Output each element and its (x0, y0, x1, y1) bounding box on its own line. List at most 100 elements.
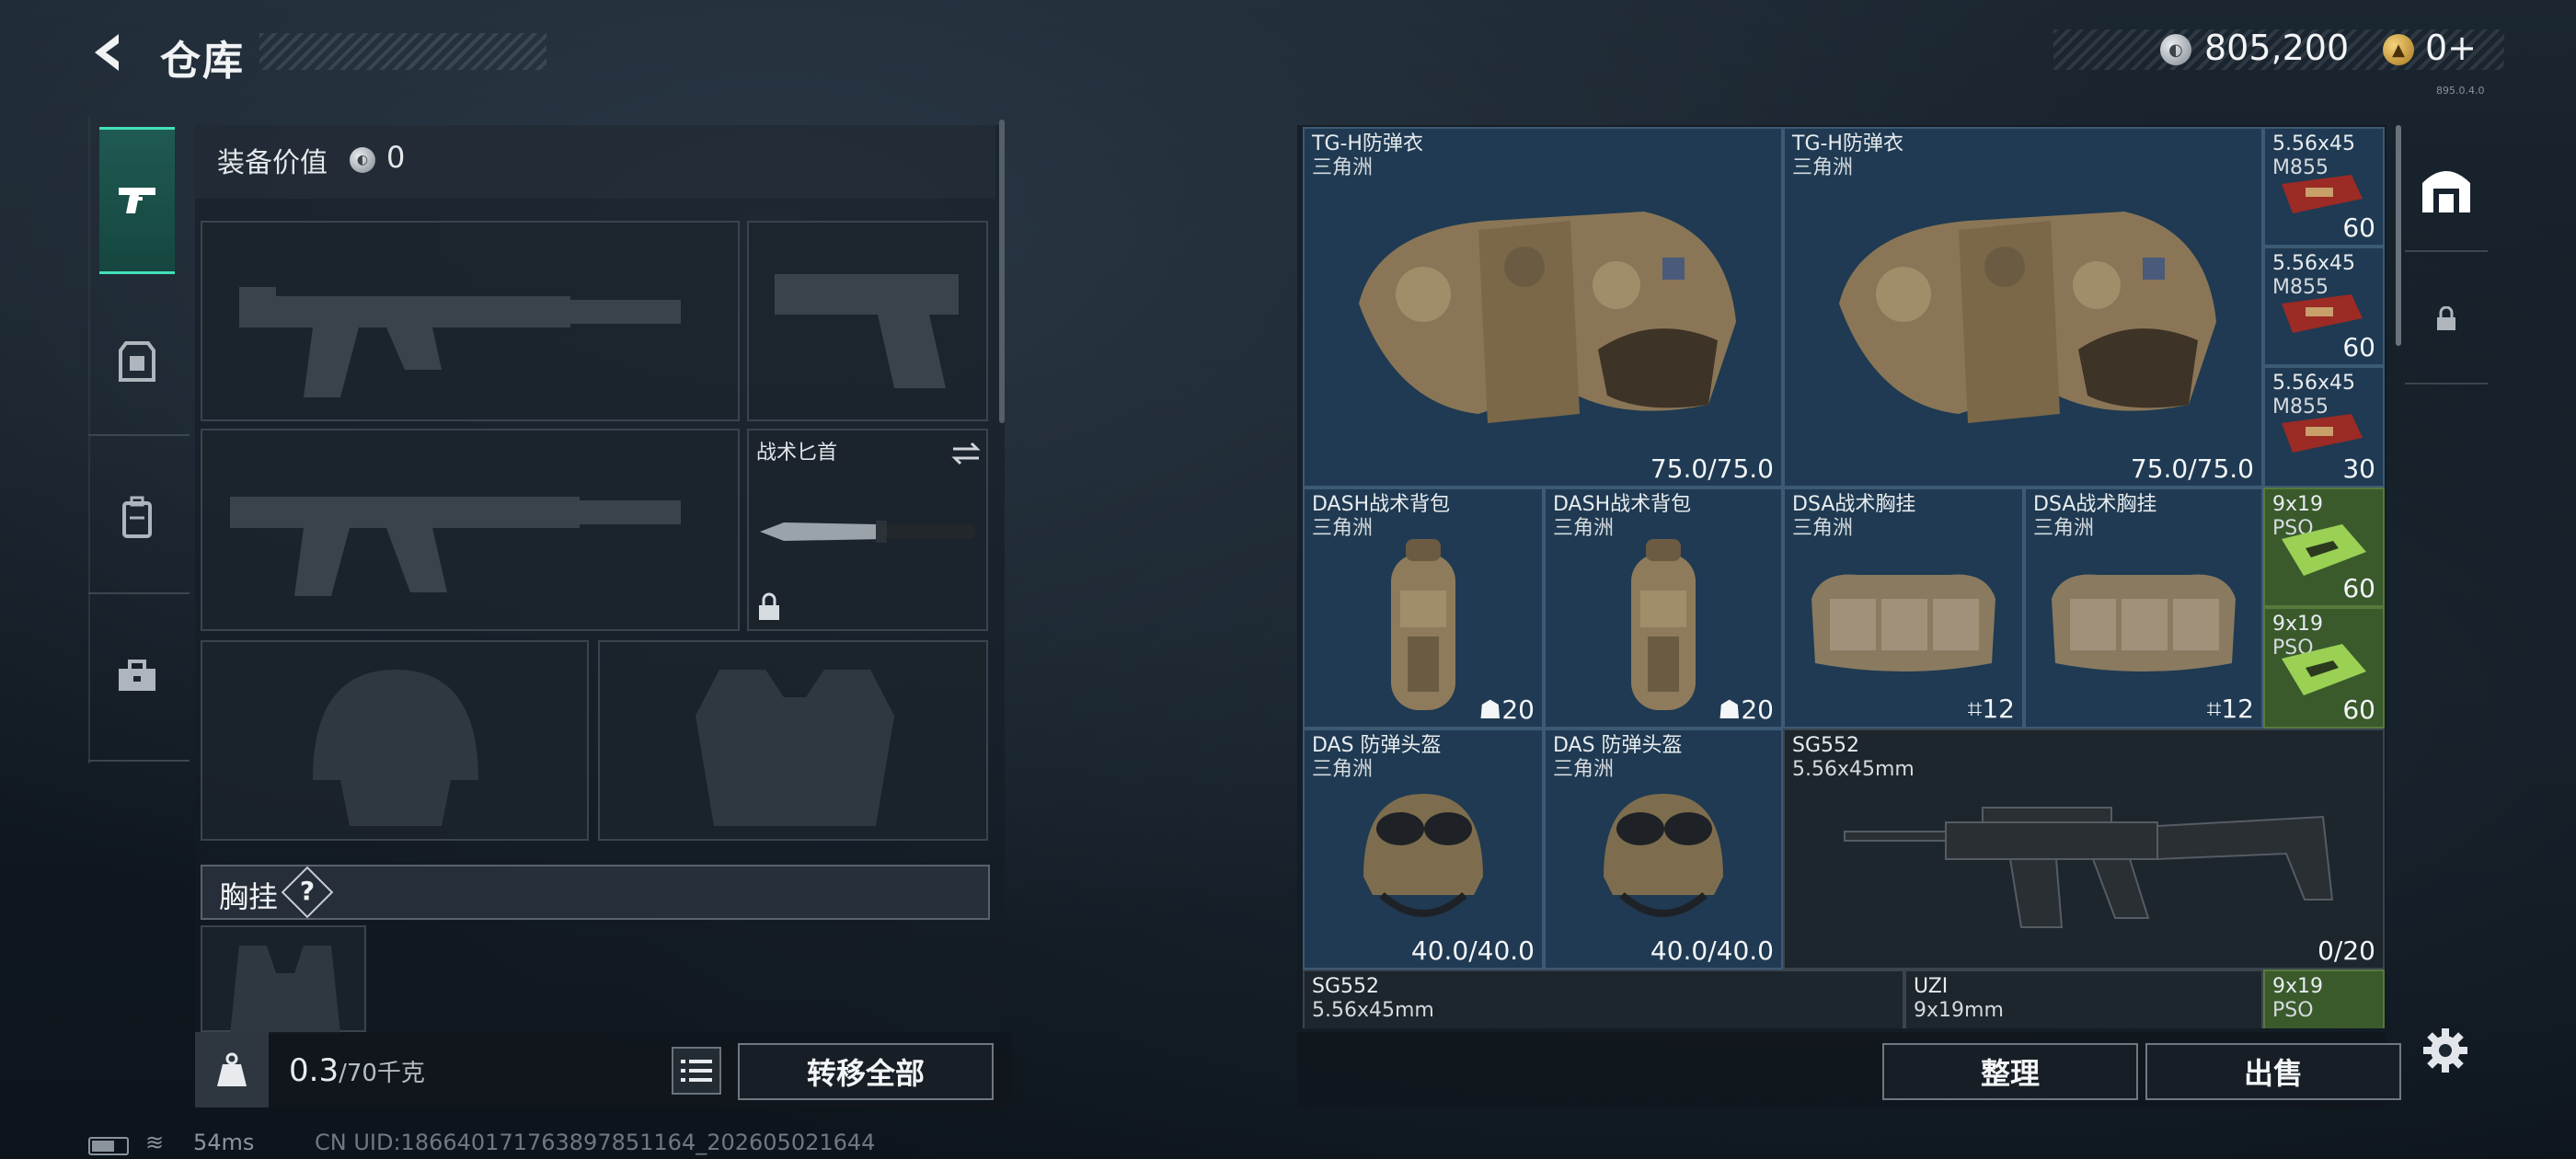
armor-icon (119, 341, 155, 382)
knife-slot[interactable]: 战术匕首 (747, 429, 988, 631)
chest-rig-slot[interactable] (201, 925, 366, 1034)
item-capacity: ☗20 (1478, 694, 1535, 725)
back-button[interactable] (85, 28, 134, 77)
item-name: DASH战术背包 (1553, 493, 1692, 516)
lock-icon (759, 592, 779, 620)
stash-item-ammo[interactable]: 9x19 PSO 60 (2263, 488, 2385, 607)
stash-item-chest-rig[interactable]: DSA战术胸挂 三角洲 ⌗12 (2024, 488, 2263, 729)
settings-button[interactable] (2418, 1023, 2473, 1078)
stash-item-armor[interactable]: TG-H防弹衣 三角洲 75.0/75.0 (1783, 127, 2263, 488)
stash-item-chest-rig[interactable]: DSA战术胸挂 三角洲 ⌗12 (1783, 488, 2024, 729)
back-arrow-icon (95, 34, 119, 71)
coin-icon: ◐ (2160, 34, 2191, 65)
item-durability: 40.0/40.0 (1410, 935, 1535, 966)
weight-icon-box (195, 1032, 269, 1107)
item-count: 60 (2342, 332, 2375, 362)
chest-rig-label: 胸挂 (219, 879, 279, 914)
stash-icon (2422, 171, 2470, 212)
stash-item-helmet[interactable]: DAS 防弹头盔 三角洲 40.0/40.0 (1303, 729, 1544, 970)
helmet-silhouette-icon (313, 670, 478, 826)
vest-silhouette-icon (696, 670, 894, 826)
secondary-weapon-slot[interactable] (201, 429, 740, 631)
backpack-item-icon (1391, 538, 1455, 710)
tab-weapons[interactable] (99, 127, 175, 274)
item-name: DSA战术胸挂 (1792, 493, 1916, 516)
help-icon[interactable]: ? (296, 876, 318, 906)
capacity-value: 20 (1501, 694, 1535, 725)
knife-label: 战术匕首 (756, 442, 838, 465)
title-decoration (259, 33, 546, 70)
swap-icon[interactable] (949, 440, 983, 467)
tab-stash-locked[interactable] (2405, 278, 2488, 361)
tab-armor[interactable] (99, 324, 175, 399)
capacity-icon: ☗ (1718, 694, 1742, 725)
item-subtitle: 三角洲 (1312, 156, 1374, 179)
capacity-value: 12 (1982, 694, 2015, 724)
item-count: 60 (2342, 212, 2375, 243)
currency-amount: 805,200 (2204, 28, 2350, 68)
item-subtitle: 9x19mm (1914, 999, 2004, 1022)
battery-level (92, 1141, 114, 1152)
capacity-icon: ⌗ (1967, 694, 1983, 724)
tab-case[interactable] (99, 638, 175, 714)
tab-stash-main[interactable] (2405, 149, 2488, 232)
wifi-icon: ≋ (145, 1130, 165, 1155)
rifle-silhouette-icon (230, 497, 681, 596)
lock-icon (2437, 306, 2455, 330)
stash-item-armor[interactable]: TG-H防弹衣 三角洲 75.0/75.0 (1303, 127, 1783, 488)
stash-item-ammo[interactable]: 5.56x45 M855 60 (2263, 247, 2385, 366)
item-name: 9x19 (2272, 613, 2324, 636)
ammo-box-icon (2282, 524, 2366, 576)
primary-weapon-slot[interactable] (201, 221, 740, 421)
stash-scrollbar[interactable] (2396, 125, 2401, 346)
item-subtitle: 三角洲 (1792, 156, 1854, 179)
weight-icon (217, 1052, 247, 1086)
stash-grid: TG-H防弹衣 三角洲 75.0/75.0 TG-H防弹衣 三角洲 75.0/7… (1303, 127, 2385, 1028)
armor-slot[interactable] (598, 640, 988, 841)
chest-rig-silhouette-icon (230, 946, 340, 1034)
stash-item-ammo[interactable]: 9x19 PSO 60 (2263, 607, 2385, 729)
toolbox-icon (119, 660, 155, 691)
uid-readout: CN UID:18664017176389785116​4_2026050216… (315, 1130, 876, 1155)
item-subtitle: 三角洲 (1792, 517, 1854, 540)
tab-divider (88, 434, 190, 436)
pistol-slot[interactable] (747, 221, 988, 421)
stash-item-ammo[interactable]: 5.56x45 M855 60 (2263, 127, 2385, 247)
item-capacity: ⌗12 (2207, 694, 2254, 725)
item-name: 9x19 (2272, 975, 2324, 998)
ping-readout: 54ms (193, 1130, 255, 1155)
stash-item-smg[interactable]: UZI 9x19mm (1904, 970, 2263, 1028)
ammo-box-icon (2282, 414, 2363, 453)
item-subtitle: PSO (2272, 999, 2314, 1022)
item-name: 5.56x45 (2272, 132, 2355, 155)
item-subtitle: 三角洲 (2033, 517, 2095, 540)
list-view-button[interactable] (672, 1047, 721, 1095)
stash-item-ammo[interactable]: 5.56x45 M855 30 (2263, 366, 2385, 488)
tab-backpack[interactable] (99, 480, 175, 556)
sort-button[interactable]: 整理 (1882, 1043, 2138, 1100)
helmet-item-icon (1363, 794, 1483, 917)
transfer-all-button[interactable]: 转移全部 (738, 1043, 994, 1100)
token-amount[interactable]: 0+ (2425, 28, 2477, 68)
left-scrollbar[interactable] (999, 120, 1005, 423)
stash-item-backpack[interactable]: DASH战术背包 三角洲 ☗20 (1544, 488, 1783, 729)
stash-item-rifle[interactable]: SG552 5.56x45mm 0/20 (1783, 729, 2385, 970)
item-subtitle: 三角洲 (1312, 517, 1374, 540)
item-count: 30 (2342, 453, 2375, 484)
item-name: 5.56x45 (2272, 372, 2355, 395)
stash-item-rifle[interactable]: SG552 5.56x45mm (1303, 970, 1904, 1028)
stash-item-ammo[interactable]: 9x19 PSO (2263, 970, 2385, 1028)
item-subtitle: 5.56x45mm (1792, 758, 1915, 781)
page-title: 仓库 (160, 38, 245, 85)
helmet-slot[interactable] (201, 640, 589, 841)
stash-item-backpack[interactable]: DASH战术背包 三角洲 ☗20 (1303, 488, 1544, 729)
ammo-box-icon (2282, 294, 2363, 333)
equip-value: 0 (386, 140, 406, 175)
item-durability: 40.0/40.0 (1650, 935, 1774, 966)
sell-button[interactable]: 出售 (2145, 1043, 2401, 1100)
item-name: DASH战术背包 (1312, 493, 1451, 516)
list-icon (681, 1060, 712, 1082)
tab-divider (2405, 383, 2488, 384)
stash-item-helmet[interactable]: DAS 防弹头盔 三角洲 40.0/40.0 (1544, 729, 1783, 970)
chest-rig-item-icon (1811, 574, 1995, 672)
